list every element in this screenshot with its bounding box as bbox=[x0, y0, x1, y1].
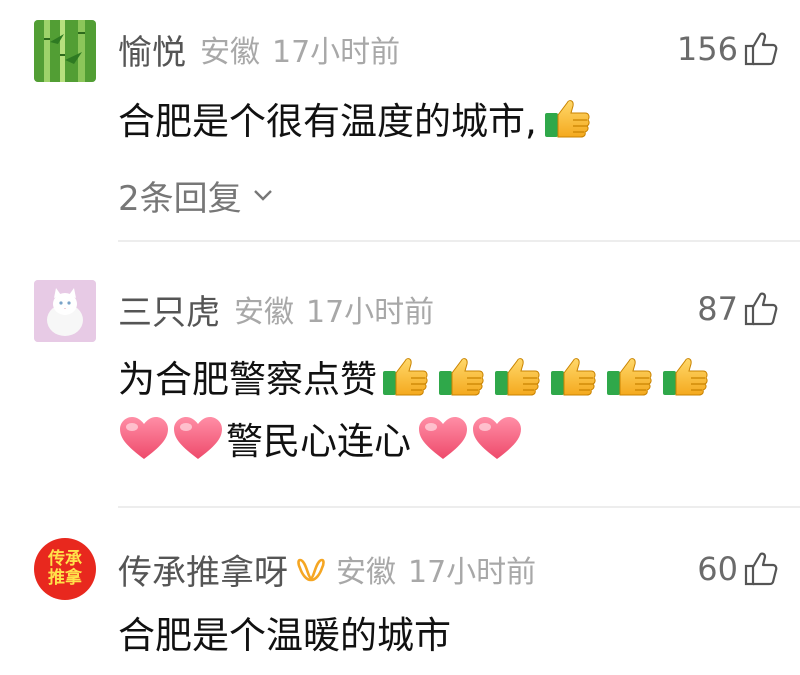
comment-text-line-2: 警民心连心 bbox=[118, 414, 525, 463]
comment-text-line-1: 为合肥警察点赞 bbox=[118, 352, 709, 401]
like-button[interactable]: 156 bbox=[677, 26, 778, 72]
heart-emoji-icon bbox=[471, 415, 523, 461]
thumbs-up-emoji-icon bbox=[549, 355, 597, 397]
location: 安徽 bbox=[200, 35, 260, 70]
thumbs-up-emoji-icon bbox=[543, 97, 591, 139]
avatar-bamboo[interactable] bbox=[34, 20, 96, 82]
vip-ribbon-icon bbox=[297, 558, 325, 582]
like-count: 156 bbox=[676, 30, 738, 68]
timestamp: 17小时前 bbox=[272, 35, 401, 70]
like-button[interactable]: 60 bbox=[697, 546, 778, 592]
timestamp: 17小时前 bbox=[306, 295, 435, 330]
heart-emoji-icon bbox=[172, 415, 224, 461]
thumbs-up-emoji-icon bbox=[381, 355, 429, 397]
thumbs-up-outline-icon bbox=[744, 291, 778, 327]
thumbs-up-emoji-icon bbox=[605, 355, 653, 397]
location: 安徽 bbox=[234, 295, 294, 330]
thumbs-up-emoji-icon bbox=[661, 355, 709, 397]
avatar-text: 传承 bbox=[48, 549, 82, 569]
like-button[interactable]: 87 bbox=[697, 286, 778, 332]
username[interactable]: 传承推拿呀 bbox=[118, 545, 288, 594]
thumbs-up-emoji-icon bbox=[493, 355, 541, 397]
heart-emoji-icon bbox=[417, 415, 469, 461]
thumbs-up-emoji-icon bbox=[437, 355, 485, 397]
avatar-text: 推拿 bbox=[48, 568, 82, 588]
like-count: 87 bbox=[697, 290, 738, 328]
thumbs-up-outline-icon bbox=[744, 551, 778, 587]
username[interactable]: 三只虎 bbox=[118, 285, 220, 334]
thumbs-up-outline-icon bbox=[744, 31, 778, 67]
avatar-brand[interactable]: 传承 推拿 bbox=[34, 538, 96, 600]
heart-emoji-icon bbox=[118, 415, 170, 461]
divider bbox=[118, 506, 800, 508]
divider bbox=[118, 240, 800, 242]
comment-text: 合肥是个很有温度的城市, bbox=[118, 94, 591, 143]
location: 安徽 bbox=[336, 555, 396, 590]
chevron-down-icon bbox=[253, 190, 272, 201]
like-count: 60 bbox=[697, 550, 738, 588]
avatar-cat[interactable] bbox=[34, 280, 96, 342]
username[interactable]: 愉悦 bbox=[118, 25, 186, 74]
view-replies-button[interactable]: 2条回复 bbox=[118, 172, 274, 219]
timestamp: 17小时前 bbox=[408, 555, 537, 590]
comment-text: 合肥是个温暖的城市 bbox=[118, 614, 451, 657]
